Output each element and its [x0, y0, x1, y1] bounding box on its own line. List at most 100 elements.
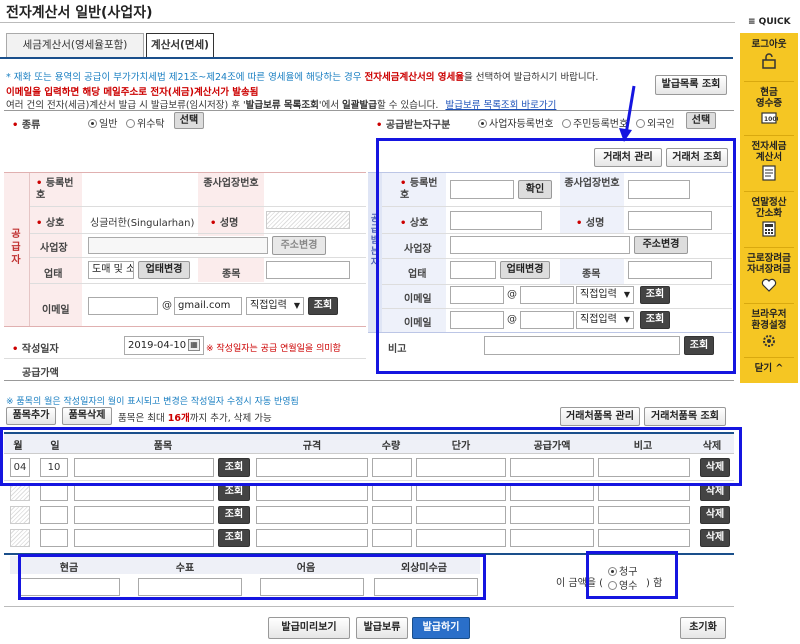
footer-divider	[4, 606, 734, 607]
sidebar-close-button[interactable]: 닫기 ^	[740, 363, 798, 374]
sidebar-separator	[744, 303, 794, 304]
sidebar-separator	[744, 135, 794, 136]
supplier-name-value: 싱글러한(Singularhan)	[90, 218, 195, 229]
item-price-field[interactable]	[416, 529, 506, 547]
sidebar-item-label: 로그아웃	[751, 39, 787, 50]
radio-icon	[478, 118, 487, 128]
item-supply-field[interactable]	[510, 506, 594, 524]
supplier-sub-biz-label: 종사업장번호	[203, 178, 259, 189]
issue-preview-button[interactable]: 발급미리보기	[268, 617, 350, 639]
supplier-email-label: 이메일	[42, 305, 70, 316]
notice-emphasis: 전자세금계산서의 영세율	[364, 72, 464, 83]
sidebar-item-label: 전자세금 계산서	[751, 141, 787, 163]
row-line	[4, 172, 366, 173]
notice-line-1: * 재화 또는 용역의 공급이 부가가치세법 제21조~제24조에 따른 영세율…	[6, 71, 646, 84]
items-limit-text: 품목은 최대 16개까지 추가, 삭제 가능	[118, 410, 272, 424]
supplier-email-select[interactable]: 직접입력 ▼	[246, 297, 304, 315]
kind-select-button[interactable]: 선택	[174, 112, 204, 129]
item-memo-field[interactable]	[598, 506, 690, 524]
supplier-email-search-button[interactable]: 조회	[308, 297, 338, 315]
supplier-address-field[interactable]	[88, 237, 268, 254]
supplier-reg-no-label: • 등록번호	[36, 178, 74, 201]
sidebar-item-label: 현금 영수증	[755, 87, 783, 109]
quick-sidebar: 로그아웃 현금 영수증 1000 전자세금 계산서 연말정산 간소화 근로장려	[740, 33, 798, 383]
label-text: 성명	[219, 218, 239, 229]
item-search-button[interactable]: 조회	[218, 506, 250, 524]
calendar-icon[interactable]: ▦	[188, 339, 200, 351]
partner-item-manage-button[interactable]: 거래처품목 관리	[560, 407, 640, 426]
radio-icon	[562, 118, 571, 128]
sidebar-item-incentive[interactable]: 근로장려금 자녀장려금	[740, 253, 798, 296]
issue-list-button[interactable]: 발급목록 조회	[655, 75, 727, 95]
item-spec-field[interactable]	[256, 506, 368, 524]
kind-radio-general[interactable]: 일반	[88, 115, 117, 130]
radio-icon	[88, 118, 97, 128]
sidebar-item-logout[interactable]: 로그아웃	[740, 39, 798, 72]
item-month-field	[10, 506, 30, 524]
item-name-field[interactable]	[74, 506, 214, 524]
row-line	[30, 206, 366, 207]
row-line	[30, 257, 366, 258]
sidebar-item-year-end[interactable]: 연말정산 간소화	[740, 197, 798, 240]
item-delete-row-button[interactable]: 삭제	[700, 529, 730, 547]
highlight-box-payment	[18, 554, 486, 600]
sidebar-item-e-tax-invoice[interactable]: 전자세금 계산서	[740, 141, 798, 184]
supplier-address-button[interactable]: 주소변경	[272, 236, 326, 255]
receiver-select-button[interactable]: 선택	[686, 112, 716, 129]
supplier-item-field[interactable]	[266, 261, 350, 279]
radio-label: 위수탁	[137, 119, 165, 130]
kind-radio-consign[interactable]: 위수탁	[126, 115, 165, 130]
supplier-biz-type-button[interactable]: 업태변경	[138, 261, 190, 279]
item-delete-button[interactable]: 품목삭제	[62, 407, 112, 425]
item-qty-field[interactable]	[372, 529, 412, 547]
item-supply-field[interactable]	[510, 529, 594, 547]
tab-underline	[0, 57, 733, 59]
item-delete-row-button[interactable]: 삭제	[700, 506, 730, 524]
sidebar-item-browser-settings[interactable]: 브라우저 환경설정	[740, 309, 798, 352]
write-date-note: ※ 작성일자는 공급 연월일을 의미함	[206, 344, 341, 354]
radio-label: 외국인	[647, 119, 675, 130]
item-day-field[interactable]	[40, 529, 68, 547]
notice-line-3: 여러 건의 전자(세금)계산서 발급 시 발급보류(임시저장) 후 '발급보류 …	[6, 97, 556, 111]
tab-tax-invoice[interactable]: 세금계산서(영세율포함)	[6, 33, 144, 57]
radio-label: 일반	[99, 119, 118, 130]
supplier-email-id-field[interactable]	[88, 297, 158, 315]
item-add-button[interactable]: 품목추가	[6, 407, 56, 425]
issue-hold-button[interactable]: 발급보류	[356, 617, 408, 639]
kind-label-text: 종류	[21, 120, 41, 131]
tab-invoice[interactable]: 계산서(면세)	[146, 33, 214, 58]
select-value: 직접입력	[250, 300, 287, 311]
item-search-button[interactable]: 조회	[218, 529, 250, 547]
item-month-field	[10, 529, 30, 547]
arrow-down-icon	[619, 85, 636, 142]
receiver-type-label-text: 공급받는자구분	[385, 120, 451, 131]
item-memo-field[interactable]	[598, 529, 690, 547]
sidebar-item-label: 연말정산 간소화	[751, 197, 787, 219]
sidebar-item-label: 근로장려금 자녀장려금	[747, 253, 791, 275]
issue-button[interactable]: 발급하기	[412, 617, 470, 639]
calculator-icon	[762, 221, 776, 237]
sidebar-separator	[744, 357, 794, 358]
sidebar-item-cash-receipt[interactable]: 현금 영수증 1000	[740, 87, 798, 128]
label-text: 까지 추가, 삭제 가능	[189, 413, 272, 424]
row-line	[4, 358, 366, 359]
radio-label: 사업자등록번호	[489, 119, 554, 130]
item-qty-field[interactable]	[372, 506, 412, 524]
quick-label: ≡ QUICK	[748, 17, 791, 27]
item-price-field[interactable]	[416, 506, 506, 524]
item-spec-field[interactable]	[256, 529, 368, 547]
supplier-biz-type-field[interactable]: 도매 및 소	[88, 261, 134, 279]
label-text: 품목은 최대	[118, 413, 168, 424]
highlight-box-buyer	[376, 138, 736, 374]
document-icon	[762, 165, 776, 181]
supplier-item-label: 종목	[222, 269, 241, 280]
notice-text: 을 선택하여 발급하시기 바랍니다.	[463, 72, 599, 83]
receiver-radio-business[interactable]: 사업자등록번호	[478, 115, 553, 130]
svg-text:1000: 1000	[764, 116, 778, 123]
item-name-field[interactable]	[74, 529, 214, 547]
item-day-field[interactable]	[40, 506, 68, 524]
title-divider	[0, 22, 735, 23]
supplier-email-domain-field[interactable]: gmail.com	[174, 297, 242, 315]
partner-item-search-button[interactable]: 거래처품목 조회	[644, 407, 726, 426]
reset-button[interactable]: 초기화	[680, 617, 726, 639]
